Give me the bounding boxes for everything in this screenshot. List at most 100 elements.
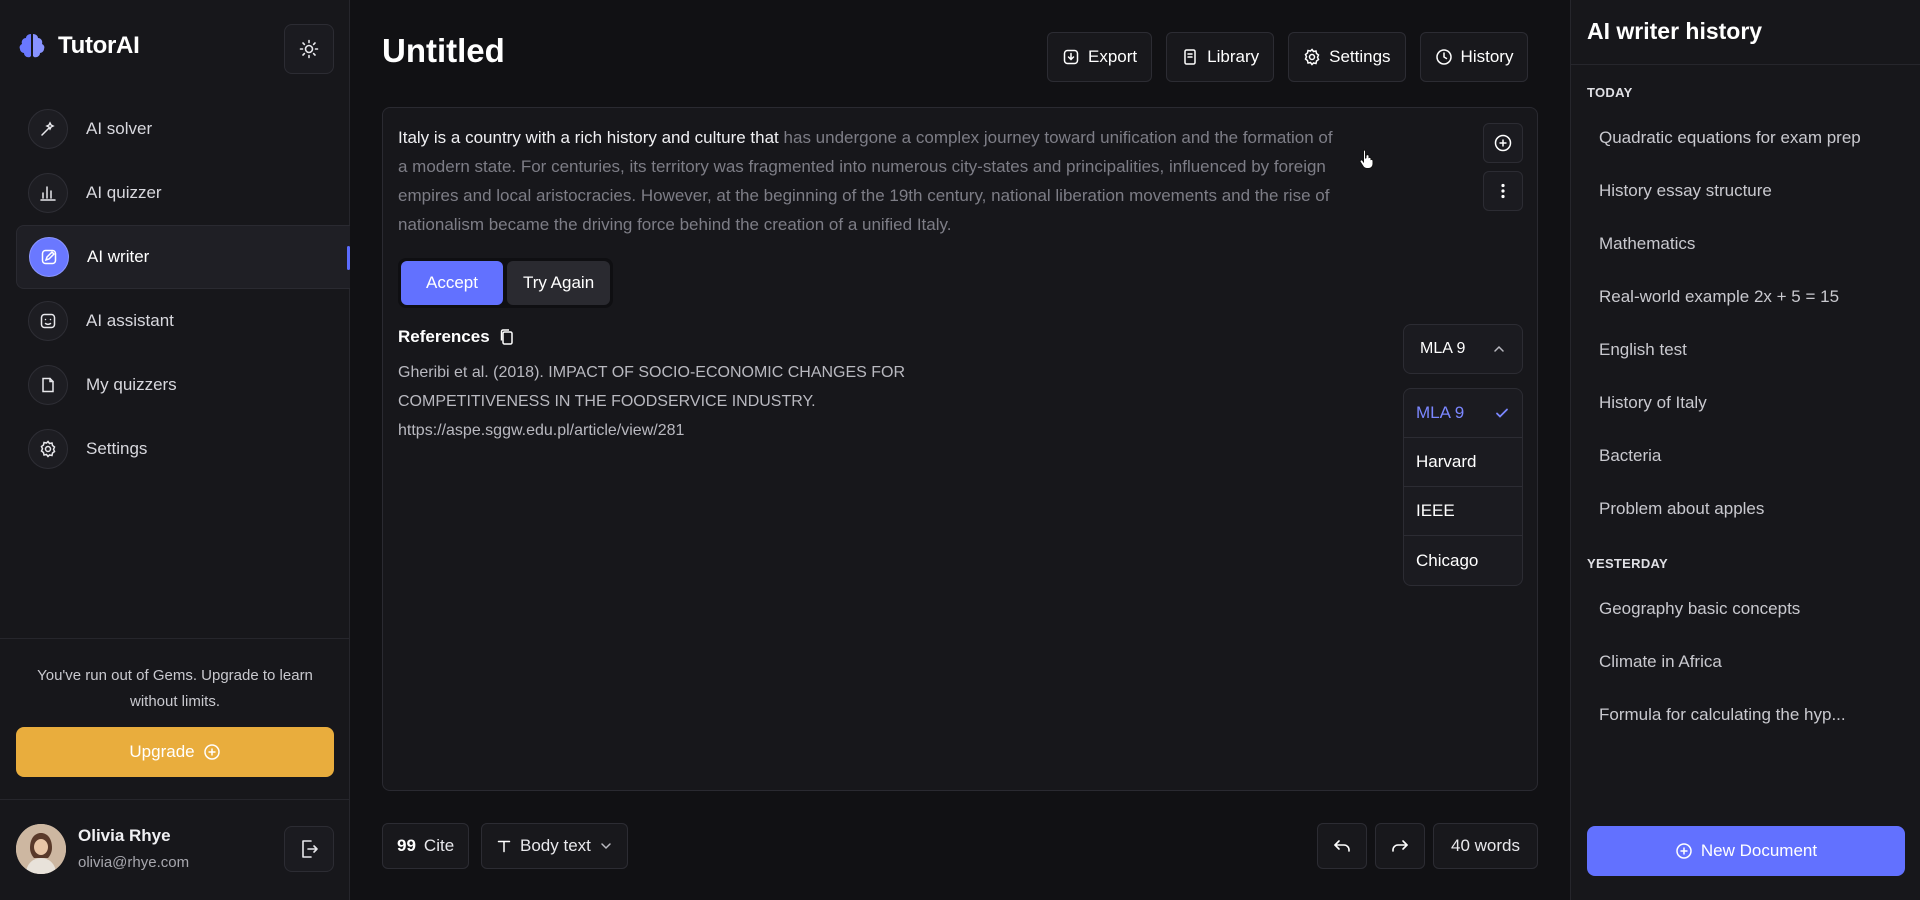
citation-option-chicago[interactable]: Chicago: [1404, 536, 1522, 585]
sidebar-item-ai-assistant[interactable]: AI assistant: [16, 289, 350, 353]
sidebar-item-settings[interactable]: Settings: [16, 417, 350, 481]
history-item[interactable]: English test: [1599, 340, 1899, 360]
more-vertical-icon: [1493, 181, 1513, 201]
editor-text[interactable]: Italy is a country with a rich history a…: [398, 123, 1338, 239]
sidebar-item-ai-writer[interactable]: AI writer: [16, 225, 350, 289]
undo-button[interactable]: [1317, 823, 1367, 869]
library-label: Library: [1207, 47, 1260, 66]
gear-icon: [28, 429, 68, 469]
references-text: Gheribi et al. (2018). IMPACT OF SOCIO-E…: [398, 364, 906, 439]
logout-button[interactable]: [284, 826, 334, 872]
citation-style-menu: MLA 9 Harvard IEEE Chicago: [1403, 388, 1523, 586]
theme-toggle-button[interactable]: [284, 24, 334, 74]
history-item[interactable]: Bacteria: [1599, 446, 1899, 466]
history-item[interactable]: History of Italy: [1599, 393, 1899, 413]
quote-icon: 99: [397, 836, 416, 855]
references-title: References: [398, 327, 490, 346]
text-format-select[interactable]: Body text: [481, 823, 628, 869]
try-again-button[interactable]: Try Again: [506, 261, 611, 305]
accept-button[interactable]: Accept: [401, 261, 503, 305]
suggestion-actions: Accept Try Again: [398, 258, 614, 308]
history-item[interactable]: History essay structure: [1599, 181, 1899, 201]
sparkle-wand-icon: [28, 109, 68, 149]
redo-icon: [1390, 836, 1410, 856]
download-icon: [1062, 48, 1080, 66]
gems-message: You've run out of Gems. Upgrade to learn…: [37, 667, 313, 710]
settings-label: Settings: [1329, 47, 1391, 66]
sidebar-nav: AI solver AI quizzer AI writer AI assist…: [16, 97, 350, 481]
history-item[interactable]: Climate in Africa: [1599, 652, 1899, 672]
page-title[interactable]: Untitled: [382, 32, 505, 70]
history-item[interactable]: Real-world example 2x + 5 = 15: [1599, 287, 1899, 307]
word-count: 40 words: [1433, 823, 1538, 869]
sidebar-item-label: My quizzers: [86, 375, 177, 394]
redo-button[interactable]: [1375, 823, 1425, 869]
history-item[interactable]: Geography basic concepts: [1599, 599, 1899, 619]
upgrade-button[interactable]: Upgrade: [16, 727, 334, 777]
sidebar-footer: You've run out of Gems. Upgrade to learn…: [0, 638, 350, 900]
history-item[interactable]: Quadratic equations for exam prep: [1599, 128, 1899, 148]
undo-icon: [1332, 836, 1352, 856]
history-button[interactable]: History: [1419, 32, 1529, 82]
plus-circle-icon: [1675, 842, 1693, 860]
references-header: References: [398, 327, 516, 347]
history-item[interactable]: Formula for calculating the hyp...: [1599, 705, 1899, 725]
sidebar-item-label: AI writer: [87, 247, 150, 266]
option-label: IEEE: [1416, 501, 1455, 520]
sidebar: TutorAI AI solver AI quizzer AI writer A…: [0, 0, 350, 900]
editor-panel: Italy is a country with a rich history a…: [382, 107, 1538, 791]
check-icon: [1494, 405, 1510, 421]
plus-circle-icon: [1493, 133, 1513, 153]
document-icon: [28, 365, 68, 405]
history-item[interactable]: Mathematics: [1599, 234, 1899, 254]
option-label: MLA 9: [1416, 403, 1465, 422]
chevron-down-icon: [599, 839, 613, 853]
robot-face-icon: [28, 301, 68, 341]
new-document-label: New Document: [1700, 841, 1818, 860]
add-block-button[interactable]: [1483, 123, 1523, 163]
upgrade-label: Upgrade: [129, 742, 195, 761]
accepted-text: Italy is a country with a rich history a…: [398, 128, 779, 147]
option-label: Harvard: [1416, 452, 1477, 471]
sidebar-item-ai-quizzer[interactable]: AI quizzer: [16, 161, 350, 225]
history-item[interactable]: Problem about apples: [1599, 499, 1899, 519]
cite-label: Cite: [423, 836, 455, 855]
logout-icon: [298, 838, 320, 860]
new-document-button[interactable]: New Document: [1587, 826, 1905, 876]
sidebar-item-label: AI solver: [86, 119, 153, 138]
history-title: AI writer history: [1587, 18, 1763, 44]
export-label: Export: [1088, 47, 1138, 66]
history-panel: AI writer history TODAY Quadratic equati…: [1570, 0, 1920, 900]
section-today: TODAY: [1587, 85, 1633, 100]
settings-button[interactable]: Settings: [1288, 32, 1406, 82]
history-label: History: [1460, 47, 1514, 66]
citation-option-ieee[interactable]: IEEE: [1404, 487, 1522, 536]
library-button[interactable]: Library: [1166, 32, 1275, 82]
copy-icon[interactable]: [498, 328, 516, 346]
edit-icon: [29, 237, 69, 277]
clock-icon: [1435, 48, 1453, 66]
app-name: TutorAI: [58, 32, 140, 59]
text-type-icon: [496, 838, 512, 854]
user-email: olivia@rhye.com: [78, 854, 190, 871]
sidebar-item-my-quizzers[interactable]: My quizzers: [16, 353, 350, 417]
citation-option-harvard[interactable]: Harvard: [1404, 438, 1522, 487]
brain-logo-icon: [16, 30, 48, 62]
bar-chart-icon: [28, 173, 68, 213]
citation-option-mla[interactable]: MLA 9: [1404, 389, 1522, 438]
divider: [1571, 64, 1920, 65]
hand-cursor-icon: [1358, 148, 1376, 170]
more-options-button[interactable]: [1483, 171, 1523, 211]
export-button[interactable]: Export: [1047, 32, 1153, 82]
top-toolbar: Export Library Settings History: [1047, 32, 1529, 82]
section-yesterday: YESTERDAY: [1587, 556, 1668, 571]
chevron-up-icon: [1492, 342, 1506, 356]
gear-icon: [1303, 48, 1321, 66]
user-name: Olivia Rhye: [78, 826, 171, 845]
brand[interactable]: TutorAI: [16, 30, 140, 62]
sidebar-item-ai-solver[interactable]: AI solver: [16, 97, 350, 161]
avatar[interactable]: [16, 824, 66, 874]
cite-button[interactable]: 99 Cite: [382, 823, 470, 869]
citation-style-select[interactable]: MLA 9: [1403, 324, 1523, 374]
citation-style-value: MLA 9: [1420, 340, 1466, 357]
